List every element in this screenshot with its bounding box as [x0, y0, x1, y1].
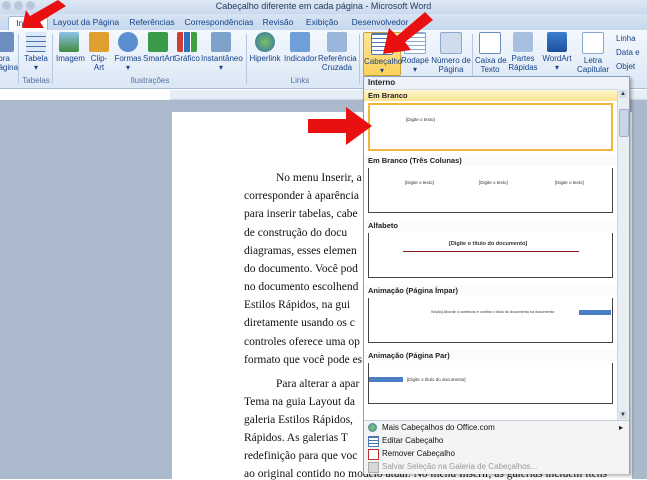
screenshot-icon	[211, 32, 231, 52]
window-title: Cabeçalho diferente em cada página - Mic…	[215, 1, 432, 11]
date-time-button[interactable]: Data e	[616, 48, 640, 57]
clipart-button[interactable]: Clip-Art	[86, 32, 112, 72]
document-line: Para alterar a apar	[276, 378, 360, 390]
tab-revisao[interactable]: Revisão	[260, 16, 296, 30]
save-selection-icon	[368, 462, 379, 473]
menu-item-edit-header[interactable]: Editar Cabeçalho	[364, 434, 629, 447]
document-line: diretamente usando os c	[244, 317, 355, 329]
smartart-icon	[148, 32, 168, 52]
quick-parts-icon	[513, 32, 533, 52]
thumb-placeholder: Seção] Aborde o conteúdo e confira o tít…	[431, 310, 555, 314]
scroll-thumb[interactable]	[619, 109, 629, 137]
shapes-icon	[118, 32, 138, 52]
object-button[interactable]: Objet	[616, 62, 635, 71]
tab-correspondencias[interactable]: Correspondências	[184, 16, 254, 30]
tab-referencias[interactable]: Referências	[126, 16, 178, 30]
document-line: de construção do docu	[244, 227, 348, 239]
menu-item-remove-header[interactable]: Remover Cabeçalho	[364, 447, 629, 460]
page-number-icon	[440, 32, 462, 54]
thumb-placeholder: [Digite o texto]	[555, 180, 584, 185]
table-icon	[26, 32, 46, 52]
header-option-tres-colunas[interactable]: Em Branco (Três Colunas) [Digite o texto…	[364, 155, 617, 213]
textbox-button[interactable]: Caixa de Texto	[475, 32, 507, 74]
red-arrow-icon	[308, 107, 372, 145]
submenu-arrow-icon: ▸	[618, 423, 623, 432]
header-option-em-branco[interactable]: Em Branco [Digite o texto]	[364, 90, 617, 151]
cover-page-icon	[0, 32, 14, 52]
document-line: diagramas, esses elemen	[244, 245, 357, 257]
menu-item-save-selection: Salvar Seleção na Galeria de Cabeçalhos.…	[364, 460, 629, 473]
document-line: Estilos Rápidos, na gui	[244, 299, 351, 311]
scroll-down-icon[interactable]: ▼	[619, 411, 627, 419]
document-line: corresponder à aparência	[244, 190, 359, 202]
red-arrow-icon	[22, 0, 66, 28]
wordart-button[interactable]: WordArt ▾	[541, 32, 573, 72]
document-line: No menu Inserir, a	[276, 172, 362, 184]
thumb-bar	[579, 310, 611, 315]
document-line: Tema na guia Layout da	[244, 396, 355, 408]
thumb-bar	[369, 377, 403, 382]
header-gallery: Interno Em Branco [Digite o texto] Em Br…	[363, 76, 630, 474]
gallery-header: Interno	[364, 77, 629, 90]
shapes-button[interactable]: Formas ▾	[114, 32, 142, 72]
remove-header-icon	[368, 449, 379, 460]
thumb-placeholder: [Digite o texto]	[479, 180, 508, 185]
document-line: para inserir tabelas, cabe	[244, 208, 358, 220]
group-label-links: Links	[290, 76, 310, 85]
cross-reference-icon	[327, 32, 347, 52]
office-online-icon	[368, 423, 377, 432]
chart-icon	[177, 32, 197, 52]
cover-page-button[interactable]: bra página	[0, 32, 18, 72]
menu-item-more-headers[interactable]: Mais Cabeçalhos do Office.com ▸	[364, 421, 629, 434]
image-icon	[59, 32, 79, 52]
title-bar: Cabeçalho diferente em cada página - Mic…	[0, 0, 647, 14]
bookmark-icon	[290, 32, 310, 52]
document-line: controles oferece uma op	[244, 336, 360, 348]
red-arrow-icon	[383, 12, 433, 54]
hyperlink-icon	[255, 32, 275, 52]
hyperlink-button[interactable]: Hiperlink	[249, 32, 281, 63]
scroll-up-icon[interactable]: ▲	[619, 90, 627, 98]
quick-parts-button[interactable]: Partes Rápidas	[507, 32, 539, 72]
group-label-ilustracoes: Ilustrações	[130, 76, 170, 85]
header-option-alfabeto[interactable]: Alfabeto [Digite o título do documento]	[364, 220, 617, 278]
tab-exibicao[interactable]: Exibição	[302, 16, 342, 30]
document-line: redefinição para que voc	[244, 450, 358, 462]
cross-reference-button[interactable]: Referência Cruzada	[318, 32, 357, 72]
chart-button[interactable]: Gráfico	[174, 32, 200, 63]
thumb-placeholder: [Digite o texto]	[405, 180, 434, 185]
dropcap-icon	[582, 32, 604, 54]
group-label-tabelas: Tabelas	[22, 76, 50, 85]
gallery-scrollbar[interactable]: ▲ ▼	[617, 89, 629, 420]
thumb-placeholder: [Digite o título do documento]	[407, 377, 466, 382]
ribbon-tabs: Inserir Layout da Página Referências Cor…	[0, 14, 647, 31]
document-line: do documento. Você pod	[244, 263, 358, 275]
textbox-icon	[479, 32, 501, 54]
thumb-placeholder: [Digite o texto]	[406, 117, 435, 122]
document-line: Rápidos. As galerias T	[244, 432, 348, 444]
header-option-animacao-impar[interactable]: Animação (Página Ímpar) Seção] Aborde o …	[364, 285, 617, 343]
signature-line-button[interactable]: Linha	[616, 34, 636, 43]
thumb-rule	[403, 251, 579, 252]
document-line: no documento escolhend	[244, 281, 359, 293]
page-number-button[interactable]: Número de Página	[431, 32, 471, 74]
image-button[interactable]: Imagem	[56, 32, 85, 63]
table-button[interactable]: Tabela ▾	[22, 32, 50, 72]
dropcap-button[interactable]: Letra Capitular	[576, 32, 610, 74]
header-option-animacao-par[interactable]: Animação (Página Par) [Digite o título d…	[364, 350, 617, 404]
gallery-menu: Mais Cabeçalhos do Office.com ▸ Editar Ca…	[364, 420, 629, 474]
smartart-button[interactable]: SmartArt	[143, 32, 175, 63]
thumb-placeholder: [Digite o título do documento]	[449, 241, 528, 247]
bookmark-button[interactable]: Indicador	[284, 32, 317, 63]
document-line: galeria Estilos Rápidos,	[244, 414, 353, 426]
document-line: formato que você pode es	[244, 354, 363, 366]
edit-header-icon	[368, 436, 379, 447]
clipart-icon	[89, 32, 109, 52]
wordart-icon	[547, 32, 567, 52]
screenshot-button[interactable]: Instantâneo ▾	[201, 32, 243, 72]
